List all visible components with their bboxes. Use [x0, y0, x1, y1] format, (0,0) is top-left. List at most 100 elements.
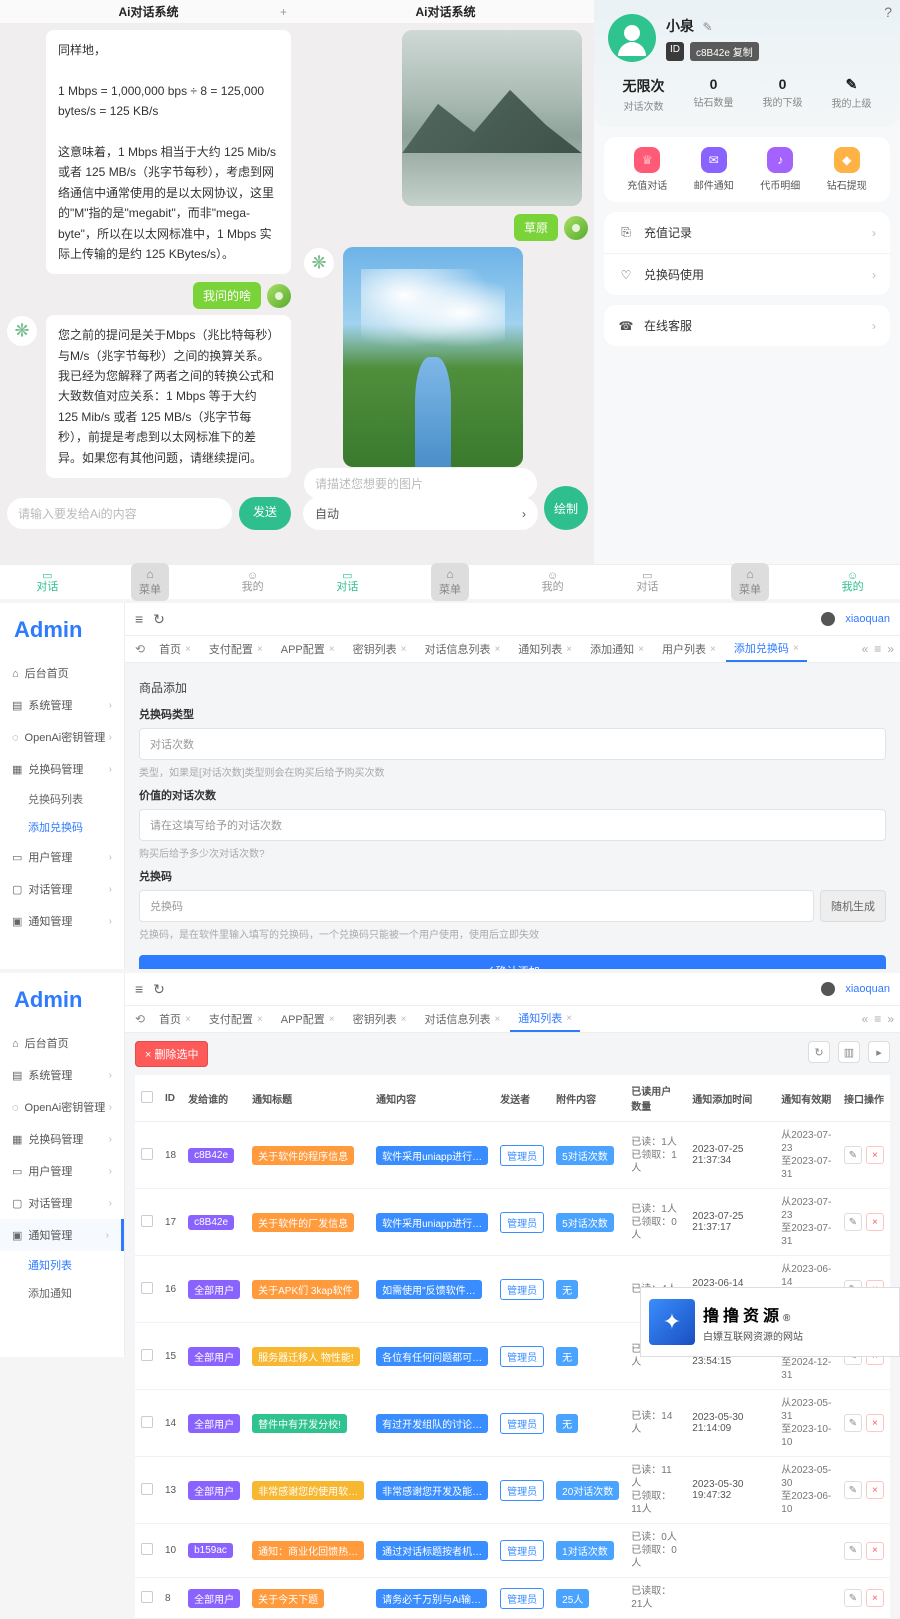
checkbox[interactable] [141, 1349, 153, 1361]
tab-item[interactable]: 对话信息列表× [416, 1007, 508, 1031]
edit-icon[interactable]: ✎ [844, 1146, 862, 1164]
content-pill[interactable]: 软件采用uniapp进行… [376, 1146, 488, 1165]
tab-item[interactable]: 添加通知× [582, 637, 652, 661]
send-button[interactable]: 发送 [239, 497, 291, 530]
delete-icon[interactable]: × [866, 1414, 884, 1432]
close-icon[interactable]: × [494, 644, 500, 655]
refresh-icon[interactable]: ↻ [153, 611, 165, 628]
close-icon[interactable]: × [257, 1014, 263, 1025]
nav-chat[interactable]: ▭对话 [636, 571, 658, 593]
quick-item[interactable]: ◆钻石提现 [827, 147, 867, 192]
quick-item[interactable]: ✉邮件通知 [694, 147, 734, 192]
quick-item[interactable]: ♕充值对话 [627, 147, 667, 192]
tabs-next-icon[interactable]: » [887, 642, 894, 656]
tabs-menu-icon[interactable]: ≡ [874, 642, 881, 656]
id-code[interactable]: c8B42e 复制 [690, 42, 759, 61]
close-icon[interactable]: × [401, 644, 407, 655]
side-item[interactable]: ⌂后台首页 [0, 1027, 124, 1059]
checkbox[interactable] [141, 1543, 153, 1555]
close-icon[interactable]: × [566, 1013, 572, 1024]
close-icon[interactable]: × [710, 644, 716, 655]
profile-avatar[interactable] [608, 14, 656, 62]
close-icon[interactable]: × [329, 1014, 335, 1025]
delete-icon[interactable]: × [866, 1213, 884, 1231]
menu-toggle-icon[interactable]: ≡ [135, 981, 143, 997]
edit-icon[interactable]: ✎ [844, 1589, 862, 1607]
content-pill[interactable]: 软件采用uniapp进行… [376, 1213, 488, 1232]
side-item[interactable]: ▣通知管理› [0, 1219, 124, 1251]
type-select[interactable]: 对话次数 [139, 728, 886, 760]
stat-item[interactable]: 0钻石数量 [694, 76, 734, 113]
tabs-menu-icon[interactable]: ≡ [874, 1012, 881, 1026]
globe-icon[interactable] [821, 982, 835, 996]
delete-icon[interactable]: × [866, 1542, 884, 1560]
style-select[interactable]: 自动 › [303, 497, 538, 530]
checkbox[interactable] [141, 1215, 153, 1227]
nav-mine[interactable]: ☺我的 [242, 571, 264, 593]
tab-item[interactable]: 支付配置× [201, 1007, 271, 1031]
edit-icon[interactable]: ✎ [702, 20, 712, 34]
side-item[interactable]: ▭用户管理› [0, 1155, 124, 1187]
content-pill[interactable]: 如需使用"反馈软件… [376, 1280, 482, 1299]
side-sub-active[interactable]: 通知列表 [0, 1251, 124, 1279]
close-icon[interactable]: × [566, 644, 572, 655]
nav-menu[interactable]: 菜单 [731, 563, 769, 601]
close-icon[interactable]: × [185, 1014, 191, 1025]
image-desc-input[interactable]: 请描述您想要的图片 [303, 467, 538, 500]
edit-icon[interactable]: ✎ [844, 1481, 862, 1499]
export-icon[interactable]: ▸ [868, 1041, 890, 1063]
checkbox[interactable] [141, 1091, 153, 1103]
close-icon[interactable]: × [257, 644, 263, 655]
generate-button[interactable]: 随机生成 [820, 890, 886, 922]
add-tab-icon[interactable]: + [280, 5, 287, 19]
tab-item[interactable]: APP配置× [273, 1007, 343, 1031]
content-pill[interactable]: 请务必千万别与Ai输… [376, 1589, 487, 1608]
title-pill[interactable]: 关于APK们 3kap软件 [252, 1280, 358, 1299]
title-pill[interactable]: 服务器迁移人 物性能! [252, 1347, 360, 1366]
side-item[interactable]: ▦兑换码管理› [0, 1123, 124, 1155]
tabs-prev-icon[interactable]: « [862, 642, 869, 656]
side-item[interactable]: ◌OpenAi密钥管理› [0, 1091, 124, 1123]
draw-button[interactable]: 绘制 [544, 486, 588, 530]
edit-icon[interactable]: ✎ [844, 1542, 862, 1560]
close-icon[interactable]: × [185, 644, 191, 655]
content-pill[interactable]: 通过对话标题按者机… [376, 1541, 488, 1560]
tabs-home-icon[interactable]: ⟲ [131, 1012, 149, 1026]
content-pill[interactable]: 有过开发组队的讨论… [376, 1414, 488, 1433]
globe-icon[interactable] [821, 612, 835, 626]
side-item[interactable]: ▣通知管理› [0, 905, 124, 937]
side-item[interactable]: ▢对话管理› [0, 873, 124, 905]
tab-item[interactable]: 首页× [151, 637, 199, 661]
title-pill[interactable]: 通知：商业化回馈热… [252, 1541, 364, 1560]
refresh-icon[interactable]: ↻ [153, 981, 165, 998]
title-pill[interactable]: 非常感谢您的使用软… [252, 1481, 364, 1500]
side-item[interactable]: ▤系统管理› [0, 1059, 124, 1091]
close-icon[interactable]: × [329, 644, 335, 655]
close-icon[interactable]: × [793, 643, 799, 654]
menu-toggle-icon[interactable]: ≡ [135, 611, 143, 627]
code-input[interactable]: 兑换码 [139, 890, 814, 922]
list-item[interactable]: ♡兑换码使用› [604, 254, 890, 295]
tabs-prev-icon[interactable]: « [862, 1012, 869, 1026]
tab-item[interactable]: 通知列表× [510, 1006, 580, 1032]
side-item[interactable]: ▤系统管理› [0, 689, 124, 721]
list-item[interactable]: ☎在线客服› [604, 305, 890, 346]
checkbox[interactable] [141, 1148, 153, 1160]
columns-icon[interactable]: ▥ [838, 1041, 860, 1063]
side-item[interactable]: ◌OpenAi密钥管理› [0, 721, 124, 753]
side-sub-active[interactable]: 添加兑换码 [0, 813, 124, 841]
title-pill[interactable]: 关于软件的厂发信息 [252, 1213, 354, 1232]
delete-icon[interactable]: × [866, 1481, 884, 1499]
content-pill[interactable]: 各位有任何问题都可… [376, 1347, 488, 1366]
tab-item[interactable]: APP配置× [273, 637, 343, 661]
nav-mine[interactable]: ☺我的 [842, 571, 864, 593]
tabs-next-icon[interactable]: » [887, 1012, 894, 1026]
nav-menu[interactable]: 菜单 [131, 563, 169, 601]
tabs-home-icon[interactable]: ⟲ [131, 642, 149, 656]
refresh-table-icon[interactable]: ↻ [808, 1041, 830, 1063]
title-pill[interactable]: 替件中有开发分校! [252, 1414, 347, 1433]
stat-item[interactable]: 0我的下级 [763, 76, 803, 113]
table-header[interactable] [135, 1075, 159, 1122]
tab-item[interactable]: 添加兑换码× [726, 636, 807, 662]
checkbox[interactable] [141, 1416, 153, 1428]
